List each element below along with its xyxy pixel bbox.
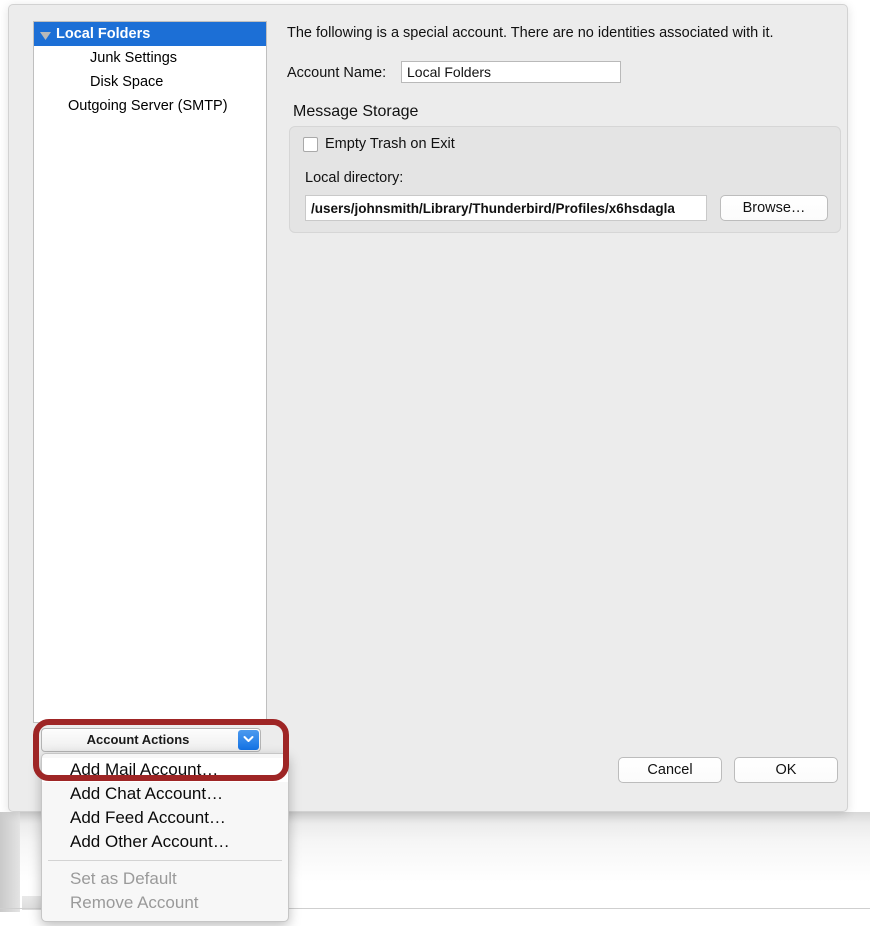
empty-trash-on-exit-label: Empty Trash on Exit: [325, 136, 455, 152]
cancel-button[interactable]: Cancel: [618, 757, 722, 783]
sidebar-item-disk-space[interactable]: Disk Space: [34, 70, 266, 94]
account-actions-menu[interactable]: Add Mail Account… Add Chat Account… Add …: [41, 753, 289, 922]
disclosure-triangle-down-icon[interactable]: [34, 22, 56, 46]
sidebar-item-label: Outgoing Server (SMTP): [68, 98, 228, 114]
background-window-left-edge: [0, 812, 20, 912]
sidebar-item-local-folders[interactable]: Local Folders: [34, 22, 266, 46]
sidebar-item-label: Disk Space: [90, 74, 164, 90]
ok-button[interactable]: OK: [734, 757, 838, 783]
sidebar-item-outgoing-server-smtp[interactable]: Outgoing Server (SMTP): [34, 94, 266, 118]
menu-item-set-as-default: Set as Default: [70, 869, 177, 888]
browse-button[interactable]: Browse…: [720, 195, 828, 221]
account-actions-dropdown-button[interactable]: Account Actions: [41, 728, 261, 752]
local-directory-input[interactable]: [305, 195, 707, 221]
local-directory-label: Local directory:: [305, 170, 404, 186]
menu-item-remove-account: Remove Account: [70, 893, 199, 912]
sidebar-item-junk-settings[interactable]: Junk Settings: [34, 46, 266, 70]
account-name-label: Account Name:: [287, 65, 387, 81]
sidebar-item-label: Local Folders: [56, 26, 151, 42]
message-storage-title: Message Storage: [293, 103, 419, 120]
menu-item-add-feed-account[interactable]: Add Feed Account…: [42, 806, 288, 830]
menu-item-add-other-account[interactable]: Add Other Account…: [42, 830, 288, 854]
menu-item-add-mail-account[interactable]: Add Mail Account…: [42, 758, 288, 782]
account-actions-label: Account Actions: [86, 732, 190, 747]
chevron-down-icon[interactable]: [238, 730, 259, 750]
special-account-description: The following is a special account. Ther…: [287, 25, 774, 41]
account-tree[interactable]: Local Folders Junk Settings Disk Space O…: [33, 21, 267, 723]
sidebar-item-label: Junk Settings: [90, 50, 178, 66]
menu-separator: [48, 860, 282, 861]
menu-item-add-chat-account[interactable]: Add Chat Account…: [42, 782, 288, 806]
account-name-input[interactable]: [401, 61, 621, 83]
empty-trash-on-exit-checkbox[interactable]: [303, 137, 318, 152]
account-settings-dialog: Local Folders Junk Settings Disk Space O…: [8, 4, 848, 922]
